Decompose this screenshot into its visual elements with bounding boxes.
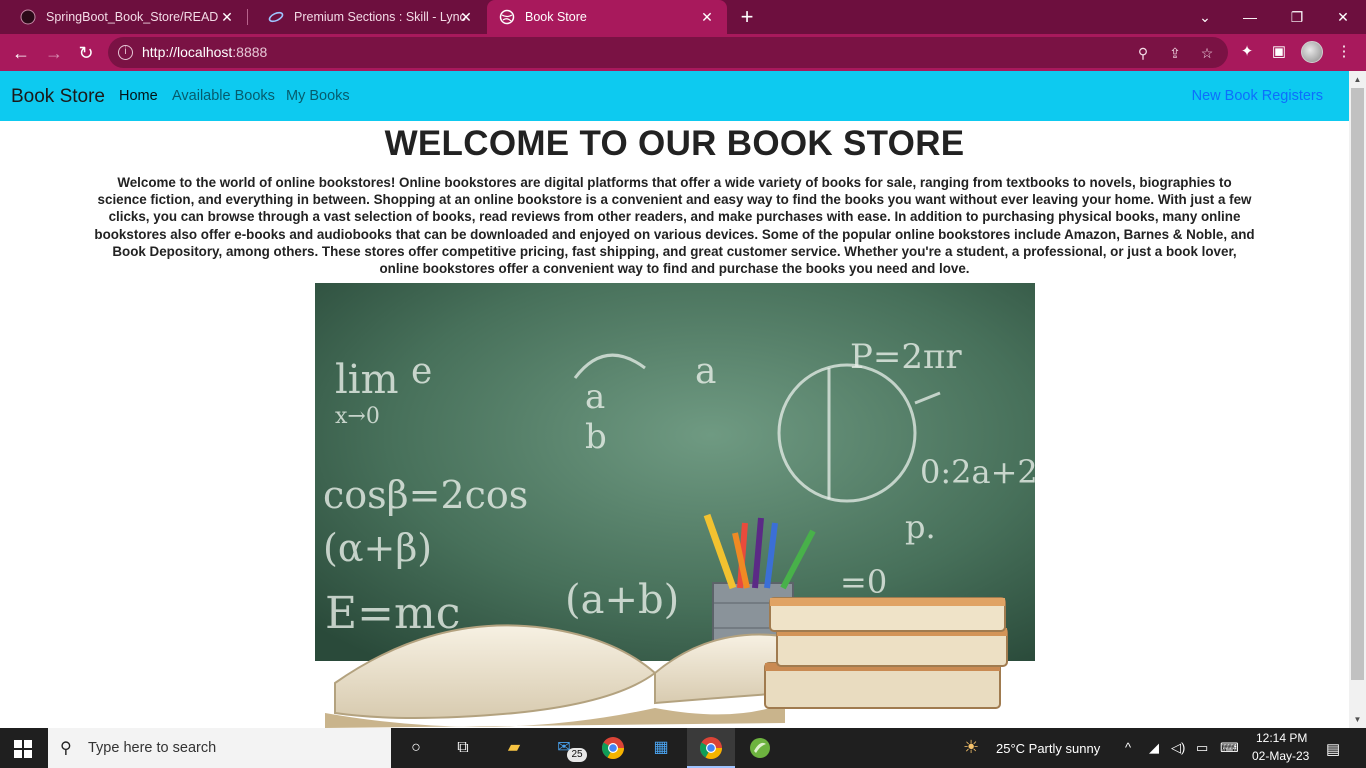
page-title: WELCOME TO OUR BOOK STORE <box>384 124 965 163</box>
notifications-icon[interactable]: ▤ <box>1326 740 1340 758</box>
chalk-text: x→0 <box>335 404 380 429</box>
zoom-icon[interactable]: ⚲ <box>1134 44 1152 62</box>
search-placeholder: Type here to search <box>88 740 217 756</box>
restore-icon[interactable]: ❐ <box>1285 5 1309 29</box>
volume-icon[interactable]: ◁) <box>1171 740 1185 756</box>
chalk-text: 0:2a+2 <box>920 453 1035 491</box>
chalk-text: b <box>585 417 607 457</box>
chalk-text: a <box>695 351 716 392</box>
chrome-icon[interactable] <box>600 736 626 760</box>
globe-icon <box>499 9 515 25</box>
scroll-down-icon[interactable]: ▼ <box>1349 711 1366 728</box>
hero-image: lim e x→0 a b a P=2πr cosβ=2cos (α+β) E=… <box>315 283 1035 728</box>
chalk-text: (a+b) <box>565 577 679 623</box>
scroll-thumb[interactable] <box>1351 88 1364 680</box>
extensions-puzzle-icon[interactable]: ✦ <box>1237 42 1257 62</box>
windows-start-icon[interactable] <box>14 740 32 758</box>
chalk-text: cosβ=2cos <box>323 473 528 517</box>
navbar-brand[interactable]: Book Store <box>11 86 105 108</box>
share-icon[interactable]: ⇪ <box>1166 44 1184 62</box>
skill-lync-icon <box>268 9 284 25</box>
tab-title: Book Store <box>525 10 587 24</box>
chalk-text: lim <box>335 357 399 403</box>
windows-taskbar: ⚲ Type here to search ○ ⧉ ▰ ✉ 25 ▦ ☀ 25°… <box>0 728 1366 768</box>
search-icon: ⚲ <box>60 740 72 757</box>
forward-arrow-icon[interactable]: → <box>42 41 66 65</box>
browser-tab-strip: SpringBoot_Book_Store/README ✕ Premium S… <box>0 0 1366 34</box>
mail-badge: 25 <box>567 748 587 762</box>
address-bar[interactable]: i http://localhost:8888 ⚲ ⇪ ☆ <box>108 37 1228 68</box>
reload-icon[interactable]: ↻ <box>74 41 98 65</box>
page-viewport: Book Store Home Available Books My Books… <box>0 71 1349 728</box>
tab-github-readme[interactable]: SpringBoot_Book_Store/README ✕ <box>0 0 247 34</box>
close-window-icon[interactable]: ✕ <box>1331 5 1355 29</box>
chalk-text: e <box>411 351 432 392</box>
browser-toolbar: ← → ↻ i http://localhost:8888 ⚲ ⇪ ☆ ✦ ▣ … <box>0 34 1366 71</box>
task-view-icon[interactable]: ⧉ <box>450 736 476 760</box>
chrome-profile-icon[interactable] <box>698 736 724 760</box>
new-tab-icon[interactable]: + <box>737 6 757 28</box>
chalk-text: p. <box>905 508 936 546</box>
minimize-icon[interactable]: — <box>1238 5 1262 29</box>
menu-kebab-icon[interactable]: ⋮ <box>1334 42 1354 62</box>
keyboard-icon[interactable]: ⌨ <box>1220 740 1239 756</box>
url-text[interactable]: http://localhost:8888 <box>142 44 267 60</box>
close-icon[interactable]: ✕ <box>699 9 715 25</box>
nav-link-home[interactable]: Home <box>119 88 158 104</box>
chalk-text: a <box>585 377 605 417</box>
book-stack <box>764 597 1008 709</box>
cortana-icon[interactable]: ○ <box>403 736 429 760</box>
nav-link-my-books[interactable]: My Books <box>286 88 350 104</box>
show-hidden-icons-chevron-icon[interactable]: ^ <box>1125 740 1131 755</box>
clock-time[interactable]: 12:14 PM <box>1256 731 1307 745</box>
microsoft-store-icon[interactable]: ▦ <box>648 736 674 760</box>
back-arrow-icon[interactable]: ← <box>9 41 33 65</box>
nav-link-new-book-registers[interactable]: New Book Registers <box>1192 88 1323 104</box>
profile-avatar[interactable] <box>1301 41 1323 63</box>
close-icon[interactable]: ✕ <box>458 9 474 25</box>
tab-title: Premium Sections : Skill - Lync <box>294 10 466 24</box>
bookmark-star-icon[interactable]: ☆ <box>1198 44 1216 62</box>
weather-text[interactable]: 25°C Partly sunny <box>996 741 1100 756</box>
taskbar-search-input[interactable]: ⚲ Type here to search <box>48 728 391 768</box>
page-scrollbar[interactable]: ▲ ▼ <box>1349 71 1366 728</box>
chalk-text: E=mc <box>325 588 460 639</box>
spring-tool-suite-icon[interactable] <box>747 736 773 760</box>
site-navbar: Book Store Home Available Books My Books… <box>0 71 1349 121</box>
tab-search-chevron-icon[interactable]: ⌄ <box>1193 5 1217 29</box>
tab-book-store[interactable]: Book Store ✕ <box>487 0 727 34</box>
clock-date[interactable]: 02-May-23 <box>1252 749 1309 763</box>
tab-skill-lync[interactable]: Premium Sections : Skill - Lync ✕ <box>248 0 486 34</box>
side-panel-icon[interactable]: ▣ <box>1269 42 1289 62</box>
chalk-text: =0 <box>840 563 887 601</box>
chalk-text: (α+β) <box>323 526 432 570</box>
file-explorer-icon[interactable]: ▰ <box>501 736 527 760</box>
close-icon[interactable]: ✕ <box>219 9 235 25</box>
nav-link-available-books[interactable]: Available Books <box>172 88 275 104</box>
tab-title: SpringBoot_Book_Store/README <box>46 10 218 24</box>
site-info-icon[interactable]: i <box>118 45 133 60</box>
chalk-text: P=2πr <box>850 337 962 377</box>
battery-icon[interactable]: ▭ <box>1196 740 1208 756</box>
github-icon <box>20 9 36 25</box>
intro-paragraph: Welcome to the world of online bookstore… <box>94 175 1255 277</box>
network-icon[interactable]: ◢ <box>1149 740 1159 756</box>
weather-icon[interactable]: ☀ <box>963 737 979 758</box>
scroll-up-icon[interactable]: ▲ <box>1349 71 1366 88</box>
